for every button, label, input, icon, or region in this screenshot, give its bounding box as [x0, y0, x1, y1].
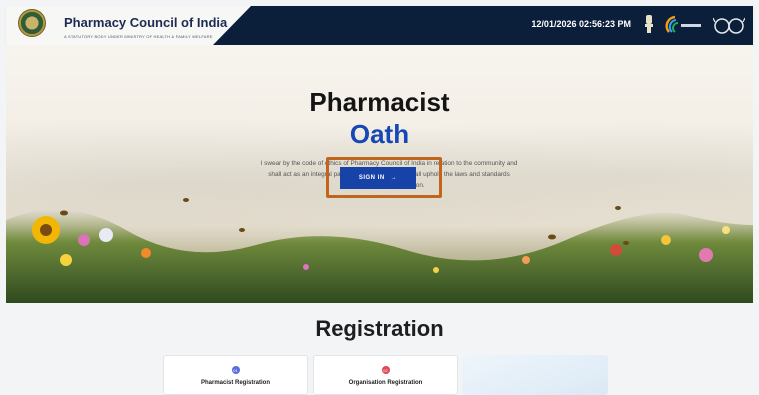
pharmacist-registration-card[interactable]: 01 Pharmacist Registration [163, 355, 308, 395]
hero-title-line2: Oath [349, 119, 410, 149]
pci-logo-emblem [18, 9, 46, 37]
card-badge: 02 [381, 366, 390, 374]
card-label: Organisation Registration [348, 380, 423, 386]
pci-logo-icon[interactable] [16, 9, 46, 43]
sign-in-label: SIGN IN [358, 175, 385, 181]
current-datetime: 12/01/2026 02:56:23 PM [531, 19, 631, 29]
card-label: Pharmacist Registration [200, 380, 271, 386]
sign-in-button[interactable]: SIGN IN → [340, 167, 416, 189]
hero-title-line1: Pharmacist [309, 87, 450, 117]
arrow-right-icon: → [390, 175, 398, 181]
organisation-registration-card[interactable]: 02 Organisation Registration [313, 355, 458, 395]
org-title[interactable]: Pharmacy Council of India [64, 15, 227, 30]
org-subtitle: A STATUTORY BODY UNDER MINISTRY OF HEALT… [64, 34, 213, 39]
swachh-bharat-glasses-icon [713, 17, 745, 34]
national-emblem-icon [645, 15, 653, 33]
top-header: Pharmacy Council of India A STATUTORY BO… [6, 6, 753, 45]
registration-title: Registration [315, 316, 444, 341]
card-badge: 01 [231, 366, 240, 374]
digital-india-icon [665, 15, 701, 33]
registration-image-card [462, 355, 608, 395]
